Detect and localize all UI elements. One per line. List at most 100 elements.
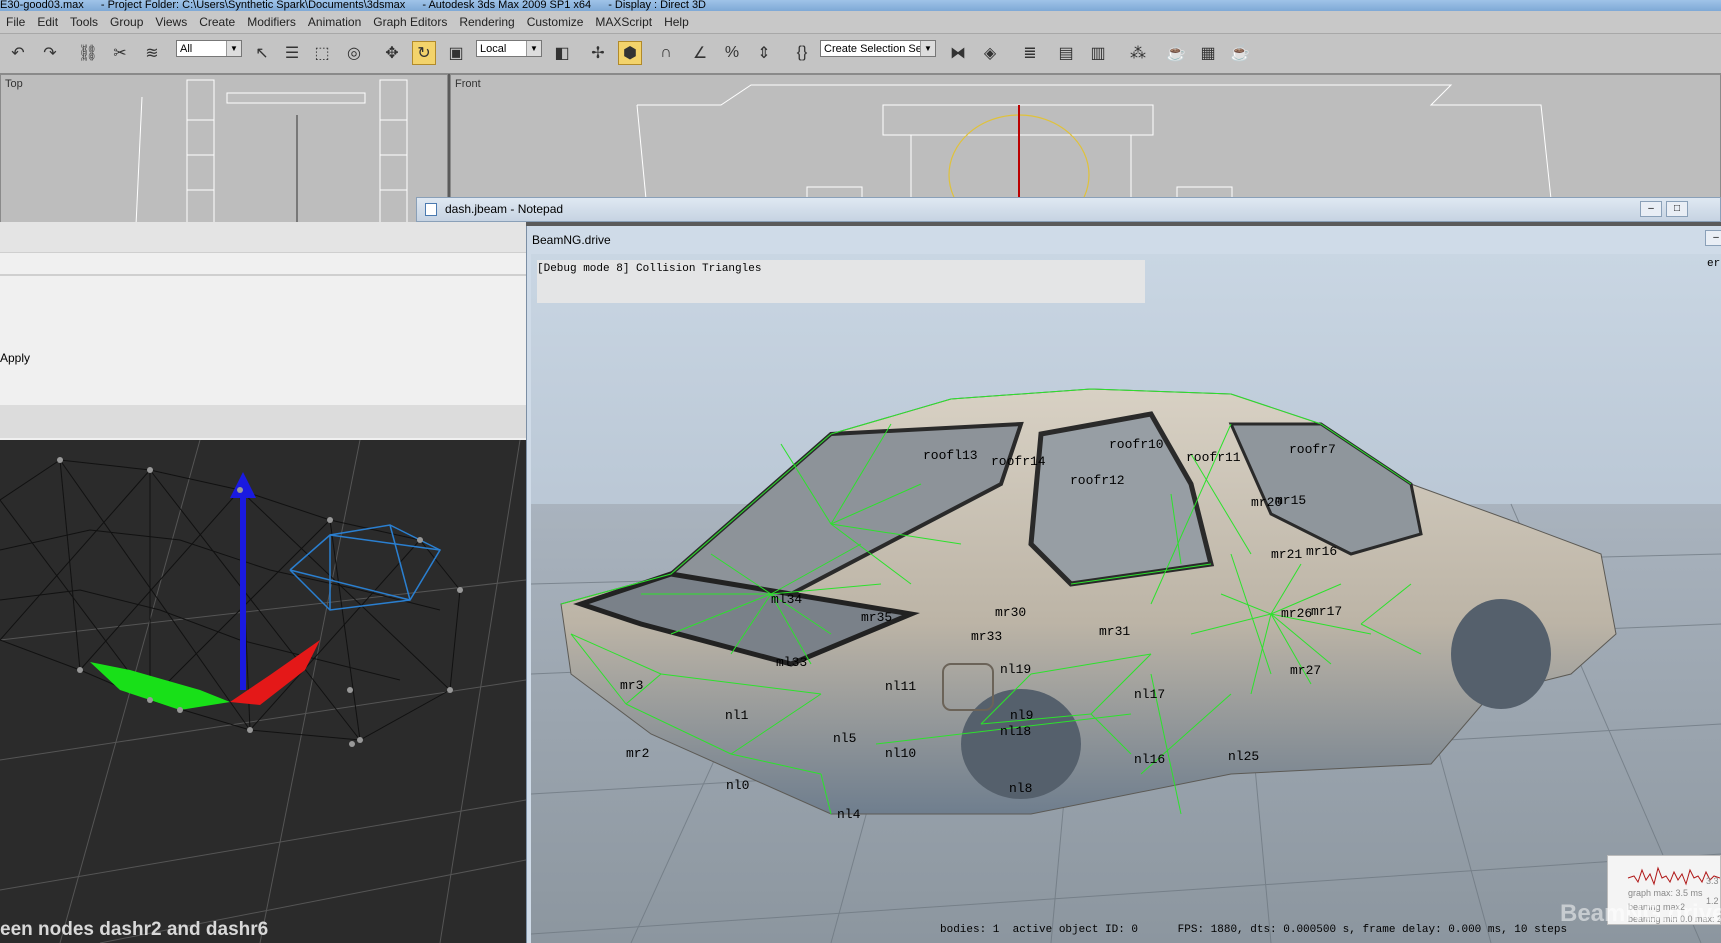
select-manipulate-icon[interactable]: ✢ <box>586 41 610 65</box>
node-label: mr21 <box>1271 547 1302 562</box>
render-setup-icon[interactable]: ☕ <box>1164 41 1188 65</box>
viewport-front-wireframe <box>636 84 1552 197</box>
selection-filter-dropdown[interactable]: All ▼ <box>176 40 242 57</box>
viewport-front[interactable]: Front <box>450 74 1721 198</box>
viewport-top[interactable]: Top <box>0 74 448 224</box>
window-crossing-icon[interactable]: ◎ <box>342 41 366 65</box>
node-label: nl0 <box>726 778 749 793</box>
node-label: mr33 <box>971 629 1002 644</box>
node-label: nl9 <box>1010 708 1033 723</box>
chevron-down-icon: ▼ <box>920 41 935 56</box>
beamng-title-bar[interactable]: BeamNG.drive – <box>526 228 1721 252</box>
named-selection-value: Create Selection Set <box>824 43 925 55</box>
max-title-display: - Display : Direct 3D <box>608 0 706 11</box>
menu-tools[interactable]: Tools <box>64 11 104 33</box>
beamng-title: BeamNG.drive <box>532 233 611 247</box>
move-icon[interactable]: ✥ <box>380 41 404 65</box>
node-label: roofr7 <box>1289 442 1336 457</box>
debug-mode-text: [Debug mode 8] Collision Triangles <box>537 263 762 275</box>
scale-icon[interactable]: ▣ <box>444 41 468 65</box>
menu-group[interactable]: Group <box>104 11 149 33</box>
max-menu-bar: File Edit Tools Group Views Create Modifiers An… <box>0 11 1721 34</box>
max-title-bar: E30-good03.max - Project Folder: C:\User… <box>0 0 1721 11</box>
menu-file[interactable]: File <box>0 11 31 33</box>
edit-named-selection-icon[interactable]: {} <box>790 41 814 65</box>
beamng-3d-view[interactable]: roofl13 roofr14 roofr10 roofr11 roofr7 r… <box>531 254 1721 943</box>
rect-selection-icon[interactable]: ⬚ <box>310 41 334 65</box>
chevron-down-icon: ▼ <box>226 41 241 56</box>
menu-maxscript[interactable]: MAXScript <box>589 11 658 33</box>
menu-help[interactable]: Help <box>658 11 695 33</box>
node-label: nl1 <box>725 708 749 723</box>
beamng-status-bar: bodies: 1 active object ID: 0 FPS: 1880,… <box>940 924 1568 936</box>
node-label: nl18 <box>1000 724 1031 739</box>
node-label: nl10 <box>885 746 916 761</box>
menu-create[interactable]: Create <box>193 11 241 33</box>
max-title-app: - Autodesk 3ds Max 2009 SP1 x64 <box>422 0 592 11</box>
clipped-overlay-text: er <box>1707 258 1721 270</box>
spinner-snap-icon[interactable]: ⇕ <box>752 41 776 65</box>
node-label: roofr11 <box>1186 450 1241 465</box>
select-link-icon[interactable]: ⛓ <box>76 41 100 65</box>
menu-edit[interactable]: Edit <box>31 11 64 33</box>
named-selection-dropdown[interactable]: Create Selection Set ▼ <box>820 40 936 57</box>
keyboard-shortcut-override-icon[interactable]: ⬢ <box>618 41 642 65</box>
material-editor-icon[interactable]: ⁂ <box>1126 41 1150 65</box>
schematic-view-icon[interactable]: ▥ <box>1086 41 1110 65</box>
node-label: nl25 <box>1228 749 1259 764</box>
pivot-center-icon[interactable]: ◧ <box>550 41 574 65</box>
maximize-icon[interactable]: □ <box>1666 201 1688 217</box>
node-label: nl16 <box>1134 752 1165 767</box>
node-label: mr26 <box>1281 606 1312 621</box>
node-label: mr17 <box>1311 604 1342 619</box>
node-label: ml33 <box>776 655 807 670</box>
node-wireframe <box>0 440 526 943</box>
node-viewport[interactable] <box>0 440 526 943</box>
select-by-name-icon[interactable]: ☰ <box>280 41 304 65</box>
unlink-icon[interactable]: ✂ <box>108 41 132 65</box>
redo-icon[interactable]: ↷ <box>38 41 62 65</box>
node-label: nl19 <box>1000 662 1031 677</box>
undo-icon[interactable]: ↶ <box>6 41 30 65</box>
reference-coordinate-dropdown[interactable]: Local ▼ <box>476 40 542 57</box>
node-label: nl11 <box>885 679 916 694</box>
node-label: nl5 <box>833 731 856 746</box>
selection-filter-value: All <box>180 43 193 55</box>
layer-manager-icon[interactable]: ≣ <box>1018 41 1042 65</box>
rendered-frame-window-icon[interactable]: ▦ <box>1196 41 1220 65</box>
apply-button[interactable]: Apply <box>0 351 30 365</box>
menu-customize[interactable]: Customize <box>521 11 590 33</box>
select-object-icon[interactable]: ↖ <box>250 41 274 65</box>
node-label: mr3 <box>620 678 643 693</box>
menu-animation[interactable]: Animation <box>302 11 367 33</box>
node-label: nl4 <box>837 807 861 822</box>
menu-modifiers[interactable]: Modifiers <box>241 11 302 33</box>
angle-snap-icon[interactable]: ∠ <box>688 41 712 65</box>
reference-coordinate-value: Local <box>480 43 507 55</box>
node-label: mr15 <box>1275 493 1306 508</box>
viewport-top-wireframe <box>135 79 408 223</box>
minimize-icon[interactable]: – <box>1705 230 1721 246</box>
menu-views[interactable]: Views <box>149 11 193 33</box>
curve-editor-icon[interactable]: ▤ <box>1054 41 1078 65</box>
mirror-icon[interactable]: ⧓ <box>946 41 970 65</box>
snaps-toggle-icon[interactable]: ∩ <box>654 41 678 65</box>
node-label: mr2 <box>626 746 649 761</box>
node-label: roofr10 <box>1109 437 1164 452</box>
node-label: mr27 <box>1290 663 1321 678</box>
quick-render-icon[interactable]: ☕ <box>1228 41 1252 65</box>
node-label: nl17 <box>1134 687 1165 702</box>
graph-label: 3.3 <box>1706 876 1719 886</box>
menu-graph-editors[interactable]: Graph Editors <box>367 11 453 33</box>
left-panel-footer-strip <box>0 405 526 438</box>
rotate-icon[interactable]: ↻ <box>412 41 436 65</box>
bind-space-warp-icon[interactable]: ≋ <box>140 41 164 65</box>
notepad-title-bar[interactable]: dash.jbeam - Notepad – □ <box>416 197 1721 222</box>
percent-snap-icon[interactable]: % <box>720 41 744 65</box>
max-title-file: E30-good03.max <box>0 0 84 11</box>
node-label-layer: roofl13 roofr14 roofr10 roofr11 roofr7 r… <box>620 437 1342 822</box>
node-label: mr31 <box>1099 624 1130 639</box>
minimize-icon[interactable]: – <box>1640 201 1662 217</box>
align-icon[interactable]: ◈ <box>978 41 1002 65</box>
menu-rendering[interactable]: Rendering <box>453 11 520 33</box>
